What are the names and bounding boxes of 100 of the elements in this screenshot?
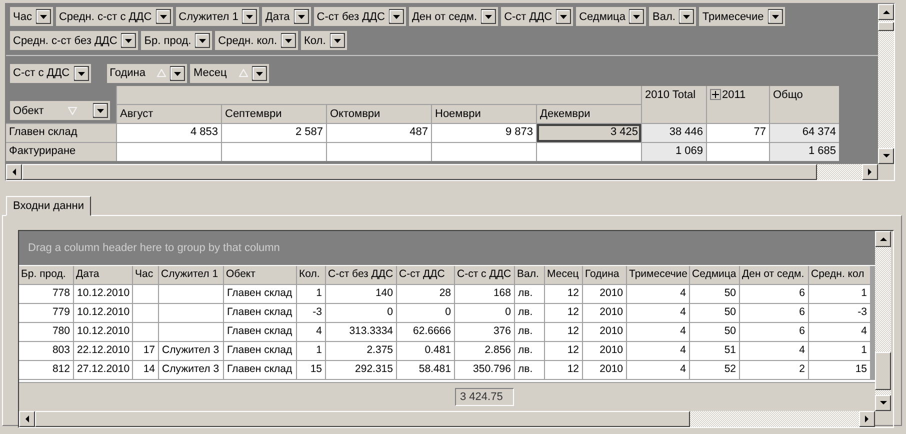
- column-header[interactable]: Служител 1: [159, 266, 223, 284]
- row-header[interactable]: Главен склад: [6, 124, 116, 142]
- table-cell: 50: [690, 285, 739, 303]
- table-cell: Главен склад: [224, 342, 296, 360]
- column-header[interactable]: Кол.: [297, 266, 325, 284]
- column-header[interactable]: 2011: [722, 89, 746, 101]
- table-cell: 4: [627, 304, 689, 322]
- expand-button[interactable]: [710, 89, 721, 100]
- column-header[interactable]: 2010 Total: [642, 86, 706, 123]
- field-button[interactable]: С-ст без ДДС: [314, 7, 406, 26]
- table-cell: 12: [545, 285, 582, 303]
- field-button[interactable]: Месец: [190, 64, 269, 82]
- column-header[interactable]: Седмица: [690, 266, 739, 284]
- field-button[interactable]: Дата: [262, 7, 311, 26]
- table-cell: 58.481: [397, 361, 454, 379]
- table-cell: 15: [297, 361, 325, 379]
- field-button[interactable]: Обект: [10, 101, 110, 120]
- scroll-right-button[interactable]: [859, 411, 875, 427]
- horizontal-scrollbar[interactable]: [19, 411, 875, 427]
- vertical-scrollbar[interactable]: [878, 4, 894, 164]
- table-cell: 77: [707, 124, 769, 142]
- column-header[interactable]: Август: [117, 105, 221, 123]
- field-button[interactable]: Седмица: [576, 7, 646, 26]
- field-button[interactable]: Средн. кол.: [215, 31, 298, 50]
- field-button[interactable]: Бр. прод.: [141, 31, 212, 50]
- table-cell: 2.375: [326, 342, 396, 360]
- column-header[interactable]: Средн. кол: [809, 266, 870, 284]
- field-button[interactable]: Час: [10, 7, 53, 26]
- table-cell: 376: [455, 323, 514, 341]
- field-button[interactable]: Служител 1: [176, 7, 260, 26]
- column-header[interactable]: Общо: [770, 86, 839, 123]
- table-cell: 4: [297, 323, 325, 341]
- field-button[interactable]: Тримесечие: [699, 7, 785, 26]
- table-cell: 4: [627, 361, 689, 379]
- column-header[interactable]: Дата: [74, 266, 132, 284]
- table-cell: 2: [740, 361, 808, 379]
- scrollbar-thumb[interactable]: [875, 352, 891, 390]
- column-header[interactable]: Час: [133, 266, 158, 284]
- column-header[interactable]: Ноември: [432, 105, 536, 123]
- up-arrow-icon: [882, 9, 890, 15]
- field-button[interactable]: Вал.: [649, 7, 696, 26]
- column-header[interactable]: Ден от седм.: [740, 266, 808, 284]
- table-cell: 28: [397, 285, 454, 303]
- table-cell: 6: [740, 323, 808, 341]
- column-header[interactable]: Декември: [537, 105, 641, 123]
- field-button[interactable]: Средн. с-ст без ДДС: [10, 31, 138, 50]
- table-cell: -3: [297, 304, 325, 322]
- column-header[interactable]: С-ст без ДДС: [326, 266, 396, 284]
- scrollbar-thumb[interactable]: [35, 411, 690, 427]
- field-button[interactable]: С-ст ДДС: [501, 7, 574, 26]
- column-header[interactable]: Вал.: [515, 266, 544, 284]
- table-cell: [133, 304, 158, 322]
- table-cell: 1 685: [770, 143, 839, 161]
- column-header[interactable]: Обект: [224, 266, 296, 284]
- table-cell: [133, 323, 158, 341]
- dropdown-icon: [679, 9, 694, 24]
- row-header[interactable]: Фактуриране: [6, 143, 116, 161]
- table-cell: 3 425: [537, 124, 641, 142]
- scroll-right-button[interactable]: [862, 164, 878, 180]
- table-cell: 0: [326, 304, 396, 322]
- scrollbar-thumb[interactable]: [878, 22, 894, 31]
- column-header[interactable]: Тримесечие: [627, 266, 689, 284]
- field-button[interactable]: Кол.: [301, 31, 347, 50]
- table-cell: 62.6666: [397, 323, 454, 341]
- plus-icon: [712, 91, 719, 98]
- table-cell: 27.12.2010: [74, 361, 132, 379]
- column-header[interactable]: Октомври: [327, 105, 431, 123]
- table-cell: 1: [809, 285, 870, 303]
- scroll-up-button[interactable]: [875, 231, 891, 247]
- column-header[interactable]: С-ст с ДДС: [455, 266, 514, 284]
- table-cell: 2010: [583, 285, 626, 303]
- table-cell: 10.12.2010: [74, 304, 132, 322]
- table-cell: [159, 304, 223, 322]
- table-cell: 2.856: [455, 342, 514, 360]
- field-button[interactable]: Средн. с-ст с ДДС: [56, 7, 173, 26]
- table-cell: лв.: [515, 304, 544, 322]
- scroll-down-button[interactable]: [875, 395, 891, 411]
- table-cell: лв.: [515, 361, 544, 379]
- table-cell: 2010: [583, 361, 626, 379]
- dropdown-icon: [195, 33, 210, 48]
- scroll-left-button[interactable]: [19, 411, 35, 427]
- column-header[interactable]: Септември: [222, 105, 326, 123]
- vertical-scrollbar[interactable]: [875, 231, 891, 411]
- table-cell: 38 446: [642, 124, 706, 142]
- table-cell: 64 374: [770, 124, 839, 142]
- scroll-left-button[interactable]: [6, 164, 22, 180]
- column-header[interactable]: Година: [583, 266, 626, 284]
- table-cell: 51: [690, 342, 739, 360]
- field-button[interactable]: С-ст с ДДС: [10, 64, 91, 82]
- field-button[interactable]: Ден от седм.: [408, 7, 498, 26]
- table-cell: лв.: [515, 323, 544, 341]
- scroll-down-button[interactable]: [878, 148, 894, 164]
- table-cell: 1: [809, 342, 870, 360]
- scroll-up-button[interactable]: [878, 4, 894, 20]
- column-header[interactable]: Бр. прод.: [19, 266, 73, 284]
- column-header[interactable]: Месец: [545, 266, 582, 284]
- table-cell: 22.12.2010: [74, 342, 132, 360]
- column-header[interactable]: С-ст ДДС: [397, 266, 454, 284]
- field-button[interactable]: Година: [106, 64, 188, 82]
- tab[interactable]: Входни данни: [6, 196, 91, 216]
